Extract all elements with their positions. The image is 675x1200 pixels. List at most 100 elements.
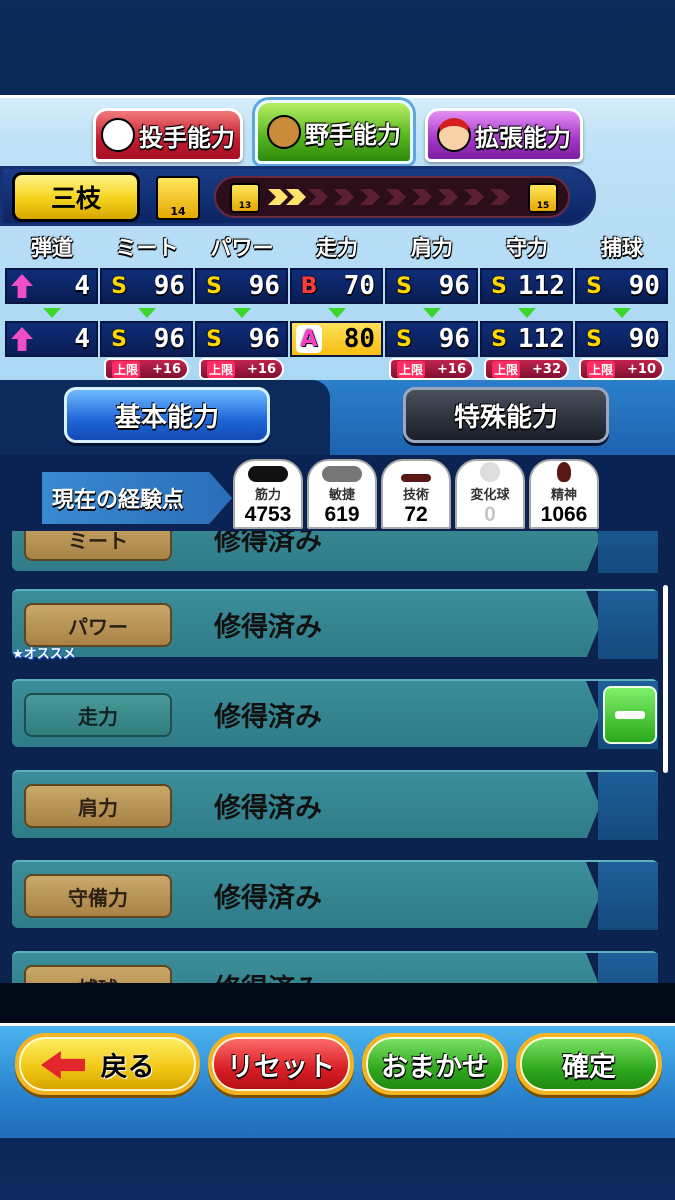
bat-icon [401, 474, 431, 482]
stat-preview-arm: S 96 [385, 321, 478, 357]
stat-grade: S [586, 273, 602, 299]
stat-value: 96 [153, 324, 185, 354]
skill-status: 修得済み [214, 612, 322, 643]
back-button[interactable]: 戻る [15, 1033, 200, 1095]
exp-technique: 技術 72 [381, 459, 451, 529]
tab-fielder-ability[interactable]: 野手能力 [255, 100, 413, 164]
dumbbell-icon [248, 466, 288, 482]
skill-name-button[interactable]: 肩力 [24, 784, 172, 828]
tab-label: 野手能力 [305, 120, 401, 149]
tab-pitcher-ability[interactable]: 投手能力 [93, 108, 243, 162]
rank-number: 14 [170, 205, 186, 218]
list-item[interactable]: 走力 修得済み [12, 679, 658, 749]
tab-extended-ability[interactable]: 拡張能力 [425, 108, 583, 162]
baseball-icon [101, 118, 135, 152]
player-name: 三枝 [12, 172, 140, 222]
arrow-left-icon [41, 1051, 85, 1079]
skill-status: 修得済み [214, 793, 322, 824]
skill-name-button[interactable]: 走力 [24, 693, 172, 737]
confirm-button[interactable]: 確定 [516, 1033, 662, 1095]
row-end-cap [598, 862, 658, 930]
exp-value: 4753 [244, 503, 292, 526]
reset-button[interactable]: リセット [208, 1033, 354, 1095]
limit-label: 上限 [492, 360, 521, 378]
skill-name-button[interactable]: 守備力 [24, 874, 172, 918]
exp-name: 変化球 [470, 488, 510, 503]
stat-value: 96 [153, 271, 185, 301]
exp-strength: 筋力 4753 [233, 459, 303, 529]
skill-name-button[interactable]: ミート [24, 531, 172, 561]
trajectory-up-icon [11, 274, 33, 298]
list-item[interactable]: 捕球 修得済み [12, 951, 658, 983]
rank-next-number: 15 [536, 201, 550, 211]
list-item[interactable]: 守備力 修得済み [12, 860, 658, 930]
stat-current-power: S 96 [195, 268, 288, 304]
experience-label: 現在の経験点 [42, 472, 232, 524]
basic-ability-button[interactable]: 基本能力 [64, 387, 270, 443]
rank-badge-start: 13 [230, 183, 260, 213]
stat-preview-trajectory: 4 [5, 321, 98, 357]
stat-current-catching: S 90 [575, 268, 668, 304]
list-item[interactable]: 肩力 修得済み [12, 770, 658, 840]
skill-status: 修得済み [214, 967, 322, 983]
stat-header-trajectory: 弾道 [31, 236, 73, 260]
stat-value: 96 [438, 324, 470, 354]
skill-name-button[interactable]: 捕球 [24, 965, 172, 983]
list-item[interactable]: ミート 修得済み [12, 531, 658, 573]
stat-preview-catching: S 90 [575, 321, 668, 357]
exp-value: 1066 [540, 503, 588, 526]
stat-grade: S [111, 273, 127, 299]
progress-chevron [360, 189, 380, 205]
exp-name: 筋力 [254, 488, 281, 503]
player-face-icon [437, 118, 471, 152]
scrollbar[interactable] [663, 585, 668, 773]
progress-chevron-filled [286, 189, 306, 205]
limit-value: +10 [627, 361, 656, 377]
special-ability-button[interactable]: 特殊能力 [403, 387, 609, 443]
stat-value: 90 [628, 271, 660, 301]
stat-value: 80 [343, 324, 375, 354]
row-end-cap [598, 591, 658, 659]
stat-grade: B [300, 273, 318, 299]
rank-start-number: 13 [238, 201, 252, 211]
stat-grade: S [206, 273, 222, 299]
rank-badge-current: 14 [156, 176, 200, 220]
limit-label: 上限 [207, 360, 236, 378]
auto-button[interactable]: おまかせ [362, 1033, 508, 1095]
stat-header-power: パワー [210, 236, 274, 260]
stat-header-meet: ミート [115, 236, 179, 260]
stat-current-trajectory: 4 [5, 268, 98, 304]
limit-label: 上限 [397, 360, 426, 378]
stat-grade: A [296, 325, 322, 353]
progress-chevron [334, 189, 354, 205]
flame-icon [557, 462, 571, 482]
bottom-strip [0, 1138, 675, 1200]
stat-grade: S [491, 326, 507, 352]
trajectory-up-icon [11, 327, 33, 351]
limit-value: +16 [247, 361, 276, 377]
stat-value: 96 [438, 271, 470, 301]
stat-value: 4 [74, 271, 90, 301]
skill-list[interactable]: ミート 修得済み パワー 修得済み 走力 修得済み 肩力 修得済み 守備力 修得… [0, 531, 675, 983]
stat-value: 96 [248, 271, 280, 301]
exp-value: 0 [484, 503, 496, 526]
row-end-cap [598, 772, 658, 840]
row-end-cap [598, 531, 658, 573]
collapse-button[interactable] [603, 686, 657, 744]
stat-value: 4 [74, 324, 90, 354]
limit-badge-catching: 上限 +10 [579, 358, 664, 380]
stat-current-defense: S 112 [480, 268, 573, 304]
minus-icon [615, 711, 645, 719]
stat-header-speed: 走力 [316, 236, 358, 260]
skill-name-button[interactable]: パワー [24, 603, 172, 647]
stat-preview-meet: S 96 [100, 321, 193, 357]
limit-badge-arm: 上限 +16 [389, 358, 474, 380]
stat-preview-power: S 96 [195, 321, 288, 357]
progress-chevron [490, 189, 510, 205]
limit-value: +32 [532, 361, 561, 377]
progress-chevron [308, 189, 328, 205]
stat-value: 70 [343, 271, 375, 301]
list-item[interactable]: パワー 修得済み [12, 589, 658, 659]
skill-status: 修得済み [214, 883, 322, 914]
exp-value: 72 [404, 503, 428, 526]
